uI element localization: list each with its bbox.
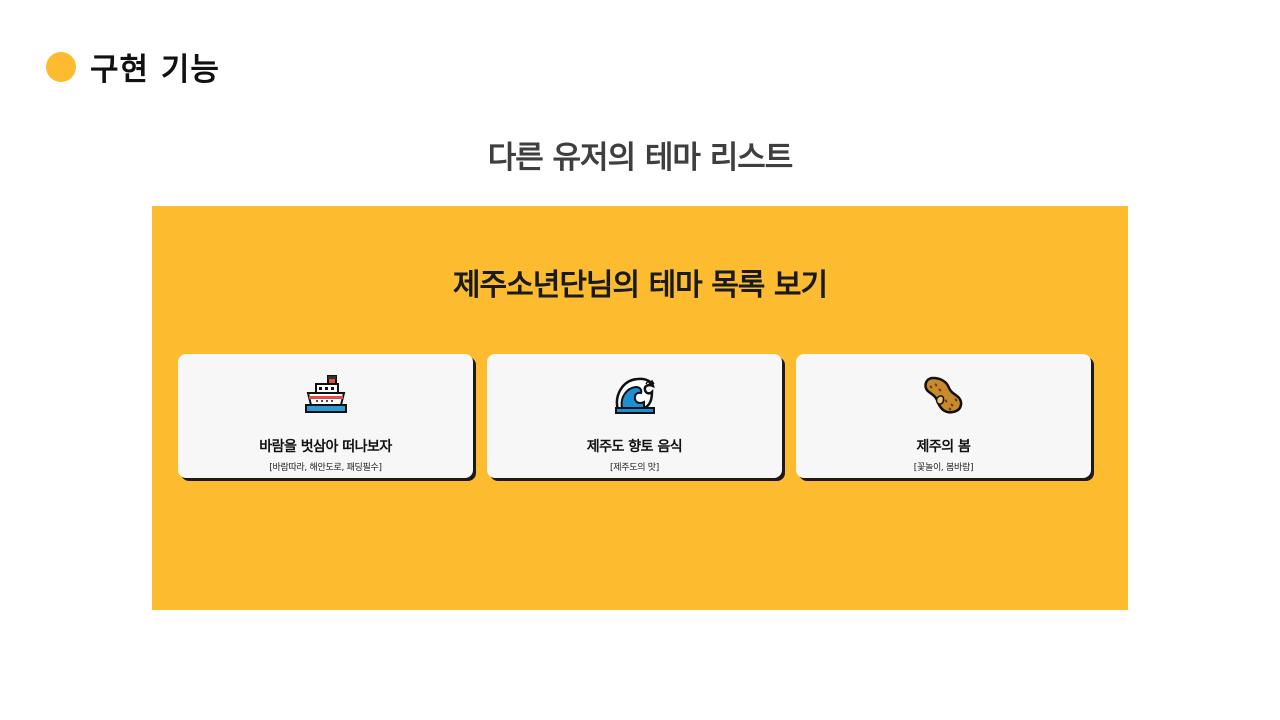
wave-icon	[615, 377, 655, 414]
panel-title: 제주소년단님의 테마 목록 보기	[452, 268, 828, 303]
theme-card-title: 제주의 봄	[916, 439, 971, 455]
slide-subtitle: 다른 유저의 테마 리스트	[487, 140, 794, 176]
theme-card-tags: [제주도의 맛]	[610, 463, 659, 473]
bullet-dot	[46, 51, 76, 82]
theme-card-tags: [바람따라, 해안도로, 패딩필수]	[269, 463, 382, 473]
slide: 구현 기능 다른 유저의 테마 리스트 제주소년단님의 테마 목록 보기 바람을…	[0, 0, 1280, 720]
theme-card-title: 제주도 향토 음식	[586, 439, 683, 455]
theme-card-spring[interactable]: 제주의 봄 [꽃놀이, 봄바람]	[796, 354, 1091, 478]
theme-card-food[interactable]: 제주도 향토 음식 [제주도의 맛]	[487, 354, 782, 478]
theme-card-tags: [꽃놀이, 봄바람]	[913, 463, 974, 473]
ship-icon	[305, 375, 347, 413]
theme-card-wind[interactable]: 바람을 벗삼아 떠나보자 [바람따라, 해안도로, 패딩필수]	[178, 354, 473, 478]
section-header: 구현 기능	[46, 44, 220, 89]
theme-list-panel: 제주소년단님의 테마 목록 보기 바람을 벗삼아 떠나보자 [바람따라, 해안도…	[152, 206, 1128, 610]
theme-card-title: 바람을 벗삼아 떠나보자	[259, 439, 392, 455]
section-title: 구현 기능	[90, 52, 220, 88]
peanut-icon	[924, 376, 963, 414]
